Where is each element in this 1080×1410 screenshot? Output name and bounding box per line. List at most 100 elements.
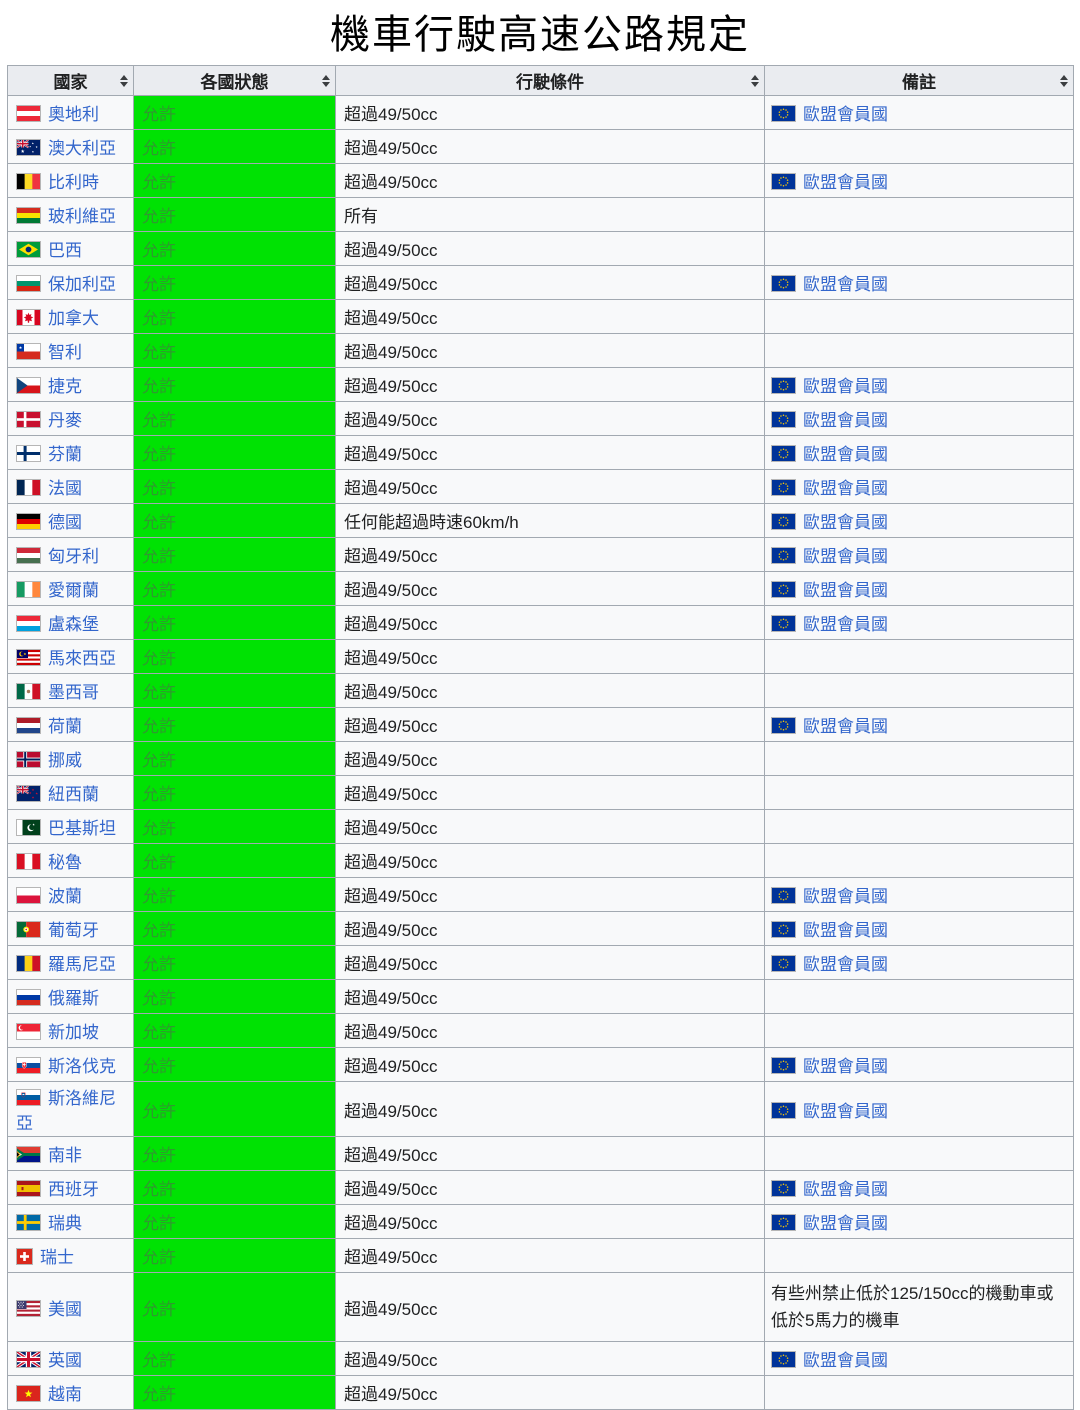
country-link[interactable]: 紐西蘭 [48,785,99,804]
country-link[interactable]: 澳大利亞 [48,139,116,158]
note-cell: 歐盟會員國 [765,96,1074,130]
country-link[interactable]: 美國 [48,1300,82,1319]
status-cell: 允許 [134,130,336,164]
eu-member-link[interactable]: 歐盟會員國 [803,105,888,124]
table-row: 瑞士允許超過49/50cc [8,1239,1074,1273]
country-link[interactable]: 愛爾蘭 [48,581,99,600]
condition-cell: 超過49/50cc [336,606,765,640]
note-cell: 歐盟會員國 [765,1205,1074,1239]
eu-member-link[interactable]: 歐盟會員國 [803,1102,888,1121]
eu-member-link[interactable]: 歐盟會員國 [803,1351,888,1370]
country-link[interactable]: 荷蘭 [48,717,82,736]
eu-member-link[interactable]: 歐盟會員國 [803,479,888,498]
eu-member-link[interactable]: 歐盟會員國 [803,513,888,532]
eu-member-link[interactable]: 歐盟會員國 [803,1180,888,1199]
country-link[interactable]: 馬來西亞 [48,649,116,668]
eu-member-link[interactable]: 歐盟會員國 [803,955,888,974]
eu-member-link[interactable]: 歐盟會員國 [803,547,888,566]
note-cell [765,1239,1074,1273]
country-link[interactable]: 葡萄牙 [48,921,99,940]
eu-member-link[interactable]: 歐盟會員國 [803,275,888,294]
country-cell: 葡萄牙 [8,912,134,946]
status-cell: 允許 [134,980,336,1014]
eu-member-link[interactable]: 歐盟會員國 [803,921,888,940]
status-cell: 允許 [134,946,336,980]
country-link[interactable]: 羅馬尼亞 [48,955,116,974]
table-row: 加拿大允許超過49/50cc [8,300,1074,334]
status-cell: 允許 [134,1171,336,1205]
country-link[interactable]: 俄羅斯 [48,989,99,1008]
eu-flag-icon [771,615,796,632]
condition-cell: 超過49/50cc [336,538,765,572]
eu-member-link[interactable]: 歐盟會員國 [803,717,888,736]
country-link[interactable]: 芬蘭 [48,445,82,464]
country-link[interactable]: 墨西哥 [48,683,99,702]
header-country[interactable]: 國家 [8,66,134,96]
eu-member-link[interactable]: 歐盟會員國 [803,581,888,600]
country-link[interactable]: 捷克 [48,377,82,396]
condition-cell: 超過49/50cc [336,1048,765,1082]
eu-flag-icon [771,1102,796,1119]
country-link[interactable]: 丹麥 [48,411,82,430]
country-cell: 巴基斯坦 [8,810,134,844]
country-cell: 西班牙 [8,1171,134,1205]
eu-flag-icon [771,411,796,428]
header-notes[interactable]: 備註 [765,66,1074,96]
page-title: 機車行駛高速公路規定 [0,2,1080,60]
country-link[interactable]: 比利時 [48,173,99,192]
country-link[interactable]: 挪威 [48,751,82,770]
status-cell: 允許 [134,844,336,878]
country-cell: 加拿大 [8,300,134,334]
eu-flag-icon [771,445,796,462]
country-link[interactable]: 智利 [48,343,82,362]
header-condition[interactable]: 行駛條件 [336,66,765,96]
country-link[interactable]: 南非 [48,1146,82,1165]
condition-cell: 超過49/50cc [336,946,765,980]
eu-member-link[interactable]: 歐盟會員國 [803,1057,888,1076]
country-link[interactable]: 奧地利 [48,105,99,124]
country-link[interactable]: 加拿大 [48,309,99,328]
eu-member-link[interactable]: 歐盟會員國 [803,887,888,906]
country-link[interactable]: 斯洛伐克 [48,1057,116,1076]
status-cell: 允許 [134,1014,336,1048]
table-row: 秘魯允許超過49/50cc [8,844,1074,878]
note-cell [765,300,1074,334]
condition-cell: 超過49/50cc [336,776,765,810]
country-link[interactable]: 越南 [48,1385,82,1404]
eu-member-link[interactable]: 歐盟會員國 [803,615,888,634]
note-cell [765,1137,1074,1171]
country-link[interactable]: 巴西 [48,241,82,260]
country-cell: 愛爾蘭 [8,572,134,606]
note-cell: 歐盟會員國 [765,470,1074,504]
note-cell: 歐盟會員國 [765,708,1074,742]
country-link[interactable]: 瑞士 [40,1248,74,1267]
country-link[interactable]: 巴基斯坦 [48,819,116,838]
country-link[interactable]: 秘魯 [48,853,82,872]
status-cell: 允許 [134,1376,336,1410]
country-link[interactable]: 新加坡 [48,1023,99,1042]
eu-member-link[interactable]: 歐盟會員國 [803,411,888,430]
condition-cell: 超過49/50cc [336,368,765,402]
country-link[interactable]: 盧森堡 [48,615,99,634]
country-link[interactable]: 玻利維亞 [48,207,116,226]
note-cell [765,640,1074,674]
country-cell: 奧地利 [8,96,134,130]
eu-member-link[interactable]: 歐盟會員國 [803,377,888,396]
country-link[interactable]: 德國 [48,513,82,532]
country-link[interactable]: 波蘭 [48,887,82,906]
table-row: 英國允許超過49/50cc歐盟會員國 [8,1342,1074,1376]
country-link[interactable]: 英國 [48,1351,82,1370]
country-link[interactable]: 西班牙 [48,1180,99,1199]
eu-member-link[interactable]: 歐盟會員國 [803,173,888,192]
eu-member-link[interactable]: 歐盟會員國 [803,445,888,464]
eu-member-link[interactable]: 歐盟會員國 [803,1214,888,1233]
status-cell: 允許 [134,1205,336,1239]
flag-new-zealand-icon [16,785,41,802]
flag-belgium-icon [16,173,41,190]
header-status[interactable]: 各國狀態 [134,66,336,96]
table-row: 挪威允許超過49/50cc [8,742,1074,776]
country-link[interactable]: 保加利亞 [48,275,116,294]
country-link[interactable]: 匈牙利 [48,547,99,566]
country-link[interactable]: 法國 [48,479,82,498]
country-link[interactable]: 瑞典 [48,1214,82,1233]
